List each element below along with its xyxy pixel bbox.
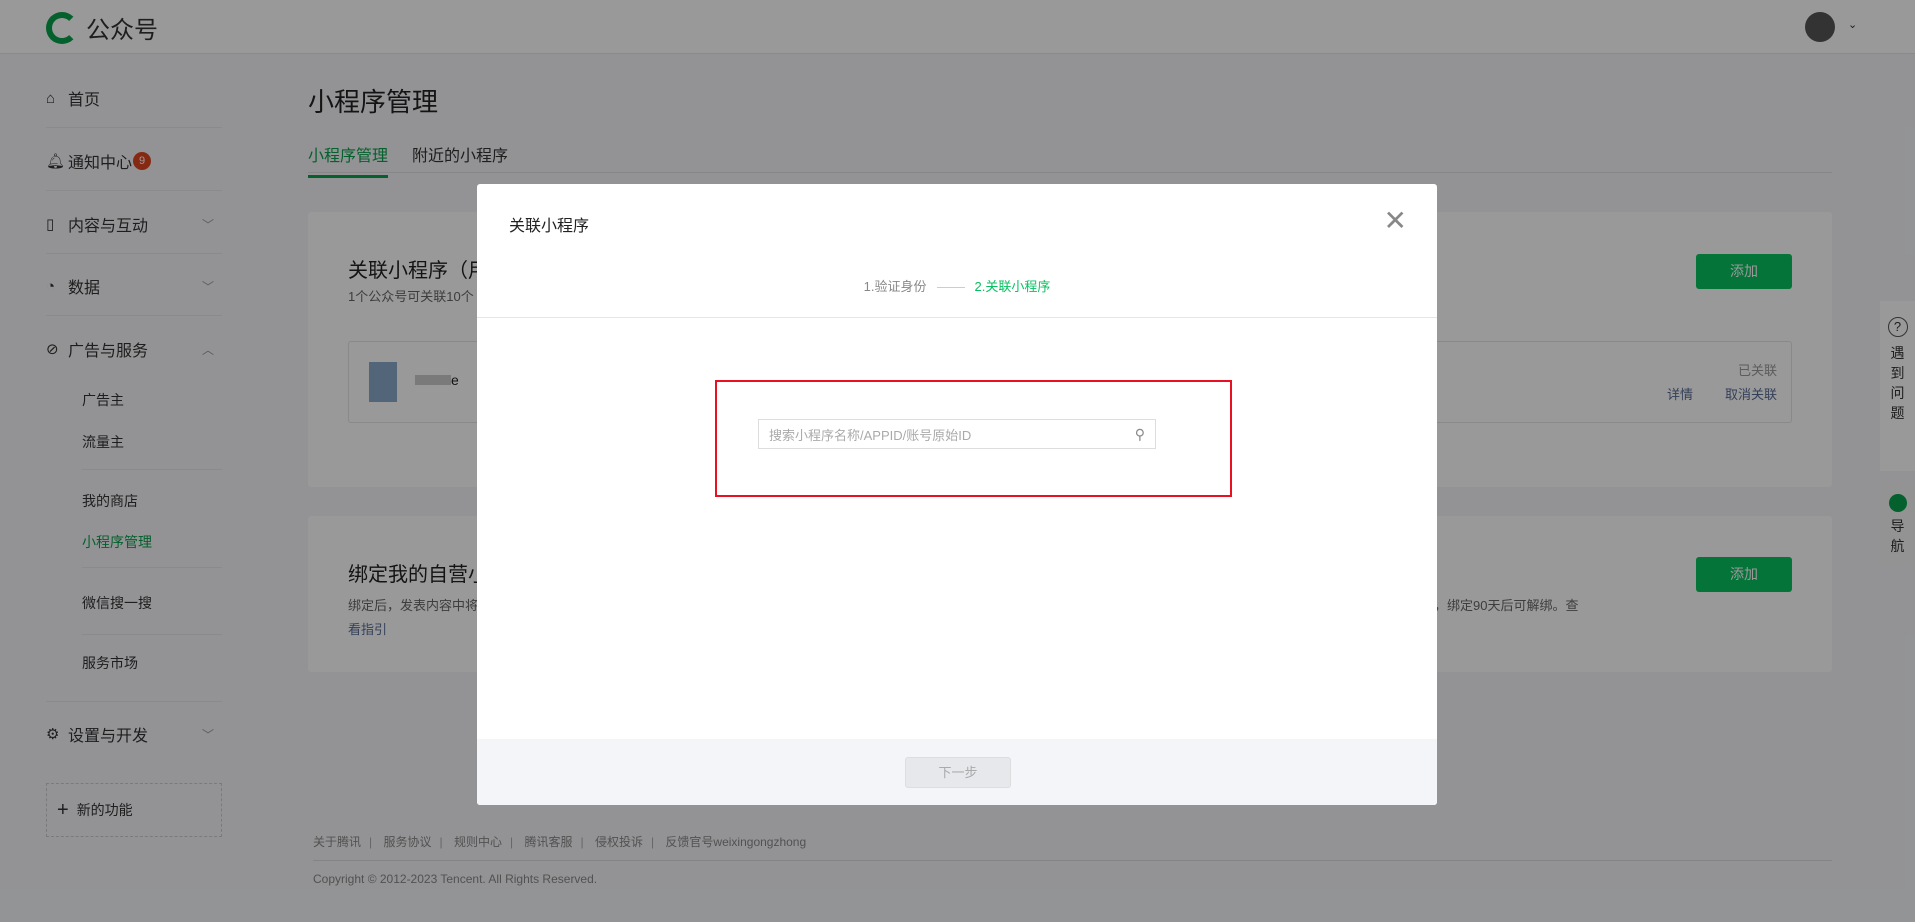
link-miniprogram-dialog: 关联小程序 ✕ 1.验证身份 2.关联小程序 搜索小程序名称/APPID/账号原始… <box>477 184 1437 805</box>
dialog-title: 关联小程序 <box>509 218 590 235</box>
next-step-button[interactable]: 下一步 <box>905 757 1011 788</box>
close-icon[interactable]: ✕ <box>1384 204 1407 237</box>
step-verify-identity: 1.验证身份 <box>863 279 927 294</box>
dialog-footer: 下一步 <box>477 739 1437 805</box>
search-placeholder: 搜索小程序名称/APPID/账号原始ID <box>769 427 972 443</box>
step-link-miniprogram: 2.关联小程序 <box>974 279 1051 294</box>
step-connector <box>936 287 965 289</box>
search-icon[interactable]: ⚲ <box>1135 426 1145 443</box>
stepper: 1.验证身份 2.关联小程序 <box>477 276 1437 295</box>
divider <box>477 317 1437 318</box>
miniprogram-search-input[interactable]: 搜索小程序名称/APPID/账号原始ID ⚲ <box>758 419 1156 449</box>
